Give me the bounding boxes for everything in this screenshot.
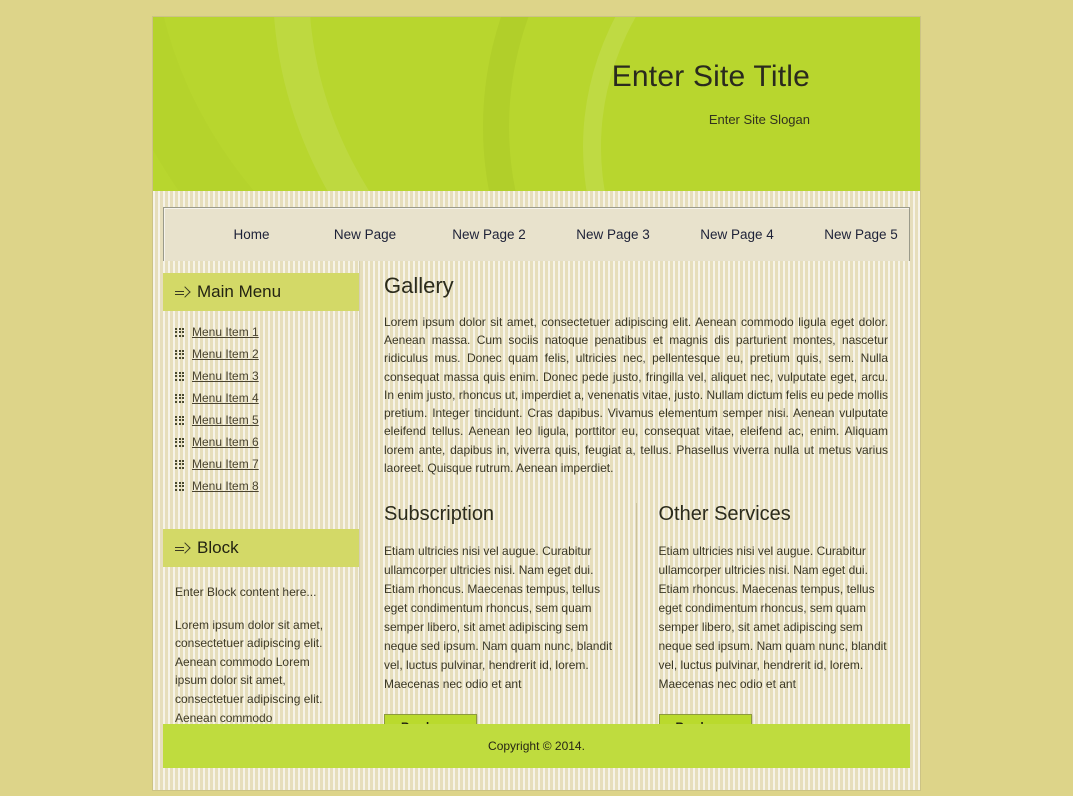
block-body: Enter Block content here... Lorem ipsum …	[163, 569, 359, 727]
nav-link-new-page[interactable]: New Page	[303, 221, 427, 248]
sidebar-menu-list: Menu Item 1 Menu Item 2 Menu Item 3 Menu…	[163, 325, 359, 493]
nav-link-new-page-2[interactable]: New Page 2	[427, 221, 551, 248]
grid-icon	[175, 349, 184, 359]
grid-icon	[175, 415, 184, 425]
nav-item-new-page-4[interactable]: New Page 4	[675, 221, 799, 248]
sidebar-item-menu-item-2[interactable]: Menu Item 2	[175, 347, 359, 361]
column-other-services: Other Services Etiam ultricies nisi vel …	[635, 503, 889, 742]
nav-item-new-page-2[interactable]: New Page 2	[427, 221, 551, 248]
site-footer: Copyright © 2014.	[163, 724, 910, 768]
sidebar-link-menu-item-3[interactable]: Menu Item 3	[192, 369, 259, 383]
block-heading-label: Block	[197, 538, 239, 557]
body-area: Main Menu Menu Item 1 Menu Item 2 Menu I…	[163, 261, 910, 742]
site-masthead: Enter Site Title Enter Site Slogan	[153, 17, 920, 191]
grid-icon	[175, 371, 184, 381]
subscription-body-text: Etiam ultricies nisi vel augue. Curabitu…	[384, 544, 613, 691]
main-menu-heading-label: Main Menu	[197, 282, 282, 301]
sidebar-link-menu-item-5[interactable]: Menu Item 5	[192, 413, 259, 427]
nav-item-new-page-5[interactable]: New Page 5	[799, 221, 923, 248]
other-services-body-text: Etiam ultricies nisi vel augue. Curabitu…	[658, 544, 887, 691]
nav-link-new-page-3[interactable]: New Page 3	[551, 221, 675, 248]
arrow-right-icon	[175, 286, 188, 299]
site-page-frame: Enter Site Title Enter Site Slogan Home …	[153, 17, 920, 790]
gallery-body-text: Lorem ipsum dolor sit amet, consectetuer…	[384, 315, 888, 475]
grid-icon	[175, 327, 184, 337]
site-title: Enter Site Title	[611, 60, 810, 93]
sidebar: Main Menu Menu Item 1 Menu Item 2 Menu I…	[163, 261, 359, 733]
sidebar-link-menu-item-2[interactable]: Menu Item 2	[192, 347, 259, 361]
sidebar-item-menu-item-4[interactable]: Menu Item 4	[175, 391, 359, 405]
nav-item-home[interactable]: Home	[200, 221, 303, 248]
arrow-right-icon	[175, 542, 188, 555]
sidebar-link-menu-item-8[interactable]: Menu Item 8	[192, 479, 259, 493]
grid-icon	[175, 393, 184, 403]
column-subscription: Subscription Etiam ultricies nisi vel au…	[384, 503, 614, 742]
nav-list: Home New Page New Page 2 New Page 3 New …	[164, 208, 909, 261]
block-intro-text: Enter Block content here...	[175, 585, 317, 599]
sidebar-link-menu-item-7[interactable]: Menu Item 7	[192, 457, 259, 471]
sidebar-item-menu-item-6[interactable]: Menu Item 6	[175, 435, 359, 449]
grid-icon	[175, 459, 184, 469]
content-columns: Subscription Etiam ultricies nisi vel au…	[384, 503, 888, 742]
nav-item-new-page-3[interactable]: New Page 3	[551, 221, 675, 248]
gallery-heading: Gallery	[384, 273, 454, 298]
grid-icon	[175, 437, 184, 447]
sidebar-item-menu-item-8[interactable]: Menu Item 8	[175, 479, 359, 493]
grid-icon	[175, 481, 184, 491]
site-slogan: Enter Site Slogan	[708, 112, 810, 127]
nav-item-new-page[interactable]: New Page	[303, 221, 427, 248]
main-content: Gallery Lorem ipsum dolor sit amet, cons…	[359, 261, 910, 742]
primary-navigation: Home New Page New Page 2 New Page 3 New …	[163, 207, 910, 261]
masthead-swoop-decoration	[403, 17, 920, 191]
other-services-heading: Other Services	[658, 503, 791, 526]
nav-link-home[interactable]: Home	[200, 221, 303, 248]
sidebar-item-menu-item-3[interactable]: Menu Item 3	[175, 369, 359, 383]
main-menu-heading: Main Menu	[163, 273, 359, 311]
nav-link-new-page-5[interactable]: New Page 5	[799, 221, 923, 248]
sidebar-link-menu-item-4[interactable]: Menu Item 4	[192, 391, 259, 405]
block-body-text: Lorem ipsum dolor sit amet, consectetuer…	[175, 617, 324, 725]
block-heading: Block	[163, 529, 359, 567]
sidebar-item-menu-item-1[interactable]: Menu Item 1	[175, 325, 359, 339]
subscription-heading: Subscription	[384, 503, 495, 526]
sidebar-item-menu-item-5[interactable]: Menu Item 5	[175, 413, 359, 427]
sidebar-link-menu-item-6[interactable]: Menu Item 6	[192, 435, 259, 449]
sidebar-link-menu-item-1[interactable]: Menu Item 1	[192, 325, 259, 339]
sidebar-item-menu-item-7[interactable]: Menu Item 7	[175, 457, 359, 471]
footer-copyright: Copyright © 2014.	[488, 739, 585, 753]
nav-link-new-page-4[interactable]: New Page 4	[675, 221, 799, 248]
